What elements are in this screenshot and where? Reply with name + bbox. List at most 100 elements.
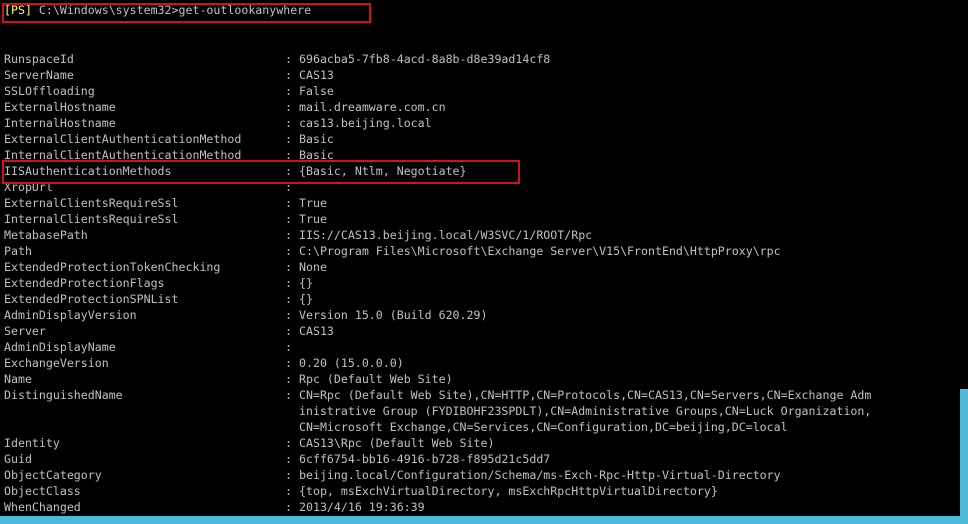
- property-name: WhenChanged: [4, 500, 81, 514]
- property-value: 2013/4/16 19:36:39: [299, 500, 425, 514]
- output-row: IISAuthenticationMethods: {Basic, Ntlm, …: [4, 163, 467, 179]
- property-separator: :: [285, 164, 299, 178]
- property-value: CN=Rpc (Default Web Site),CN=HTTP,CN=Pro…: [299, 388, 872, 402]
- property-name: Path: [4, 244, 32, 258]
- output-row: ObjectClass: {top, msExchVirtualDirector…: [4, 483, 718, 499]
- prompt-line: [PS] C:\Windows\system32>get-outlookanyw…: [4, 2, 311, 18]
- property-value: C:\Program Files\Microsoft\Exchange Serv…: [299, 244, 781, 258]
- property-separator: :: [285, 308, 299, 322]
- property-value: False: [299, 84, 334, 98]
- property-value: Rpc (Default Web Site): [299, 372, 453, 386]
- property-name: Guid: [4, 452, 32, 466]
- property-value: {Basic, Ntlm, Negotiate}: [299, 164, 467, 178]
- horizontal-scrollbar[interactable]: [0, 516, 968, 524]
- property-name: Server: [4, 324, 46, 338]
- output-row: SSLOffloading: False: [4, 83, 334, 99]
- property-name: ExchangeVersion: [4, 356, 109, 370]
- property-separator: :: [285, 356, 299, 370]
- property-separator: :: [285, 100, 299, 114]
- property-name: ExtendedProtectionFlags: [4, 276, 165, 290]
- ps-tag: [PS]: [4, 3, 32, 17]
- output-row: ExternalHostname: mail.dreamware.com.cn: [4, 99, 446, 115]
- output-row: XropUrl:: [4, 179, 299, 195]
- output-row: Name: Rpc (Default Web Site): [4, 371, 453, 387]
- output-row: inistrative Group (FYDIBOHF23SPDLT),CN=A…: [4, 403, 871, 419]
- output-row: ExternalClientAuthenticationMethod: Basi…: [4, 131, 334, 147]
- property-separator: :: [285, 68, 299, 82]
- property-separator: :: [285, 292, 299, 306]
- property-value: 0.20 (15.0.0.0): [299, 356, 404, 370]
- property-name: DistinguishedName: [4, 388, 123, 402]
- property-value: Version 15.0 (Build 620.29): [299, 308, 488, 322]
- powershell-console[interactable]: [PS] C:\Windows\system32>get-outlookanyw…: [0, 0, 968, 524]
- property-name: Identity: [4, 436, 60, 450]
- prompt-command: get-outlookanywhere: [178, 3, 312, 17]
- output-row: Server: CAS13: [4, 323, 334, 339]
- property-separator: :: [285, 372, 299, 386]
- property-separator: :: [285, 388, 299, 402]
- property-separator: :: [285, 228, 299, 242]
- property-name: XropUrl: [4, 180, 53, 194]
- property-name: SSLOffloading: [4, 84, 95, 98]
- property-value: CAS13: [299, 68, 334, 82]
- output-row: ServerName: CAS13: [4, 67, 334, 83]
- property-value: {}: [299, 292, 313, 306]
- property-value: {}: [299, 276, 313, 290]
- property-value: 696acba5-7fb8-4acd-8a8b-d8e39ad14cf8: [299, 52, 551, 66]
- output-row: ExternalClientsRequireSsl: True: [4, 195, 327, 211]
- property-name: InternalHostname: [4, 116, 116, 130]
- property-name: ExtendedProtectionTokenChecking: [4, 260, 221, 274]
- property-name: ExternalHostname: [4, 100, 116, 114]
- property-value: CAS13: [299, 324, 334, 338]
- prompt-path: C:\Windows\system32>: [31, 3, 179, 17]
- output-row: Path: C:\Program Files\Microsoft\Exchang…: [4, 243, 781, 259]
- property-value: beijing.local/Configuration/Schema/ms-Ex…: [299, 468, 781, 482]
- property-separator: :: [285, 276, 299, 290]
- output-row: ExtendedProtectionSPNList: {}: [4, 291, 313, 307]
- property-separator: :: [285, 84, 299, 98]
- property-separator: :: [285, 468, 299, 482]
- property-separator: :: [285, 196, 299, 210]
- property-value: 6cff6754-bb16-4916-b728-f895d21c5dd7: [299, 452, 551, 466]
- property-name: ExtendedProtectionSPNList: [4, 292, 179, 306]
- property-value: None: [299, 260, 327, 274]
- property-value: CAS13\Rpc (Default Web Site): [299, 436, 495, 450]
- property-separator: :: [285, 116, 299, 130]
- property-name: AdminDisplayName: [4, 340, 116, 354]
- property-value: Basic: [299, 148, 334, 162]
- property-name: ObjectCategory: [4, 468, 102, 482]
- property-name: ExternalClientsRequireSsl: [4, 196, 179, 210]
- property-value: Basic: [299, 132, 334, 146]
- property-name: AdminDisplayVersion: [4, 308, 137, 322]
- property-value: CN=Microsoft Exchange,CN=Services,CN=Con…: [299, 420, 788, 434]
- property-separator: :: [285, 132, 299, 146]
- property-separator: :: [285, 260, 299, 274]
- output-row: MetabasePath: IIS://CAS13.beijing.local/…: [4, 227, 592, 243]
- output-row: WhenChanged: 2013/4/16 19:36:39: [4, 499, 425, 515]
- output-row: AdminDisplayVersion: Version 15.0 (Build…: [4, 307, 487, 323]
- property-value: mail.dreamware.com.cn: [299, 100, 446, 114]
- output-row: ExtendedProtectionFlags: {}: [4, 275, 313, 291]
- property-name: ExternalClientAuthenticationMethod: [4, 132, 242, 146]
- output-row: DistinguishedName: CN=Rpc (Default Web S…: [4, 387, 871, 403]
- output-row: ObjectCategory: beijing.local/Configurat…: [4, 467, 781, 483]
- property-name: ObjectClass: [4, 484, 81, 498]
- property-name: ServerName: [4, 68, 74, 82]
- property-separator: :: [285, 452, 299, 466]
- property-value: True: [299, 196, 327, 210]
- property-separator: :: [285, 244, 299, 258]
- output-row: Guid: 6cff6754-bb16-4916-b728-f895d21c5d…: [4, 451, 550, 467]
- property-name: IISAuthenticationMethods: [4, 164, 172, 178]
- output-row: InternalHostname: cas13.beijing.local: [4, 115, 432, 131]
- property-value: True: [299, 212, 327, 226]
- output-row: Identity: CAS13\Rpc (Default Web Site): [4, 435, 494, 451]
- property-separator: :: [285, 436, 299, 450]
- property-separator: :: [285, 212, 299, 226]
- window-edge-bar: [960, 389, 968, 524]
- property-value: cas13.beijing.local: [299, 116, 432, 130]
- output-row: ExchangeVersion: 0.20 (15.0.0.0): [4, 355, 404, 371]
- property-separator: :: [285, 148, 299, 162]
- property-separator: :: [285, 324, 299, 338]
- property-value: IIS://CAS13.beijing.local/W3SVC/1/ROOT/R…: [299, 228, 593, 242]
- property-separator: :: [285, 484, 299, 498]
